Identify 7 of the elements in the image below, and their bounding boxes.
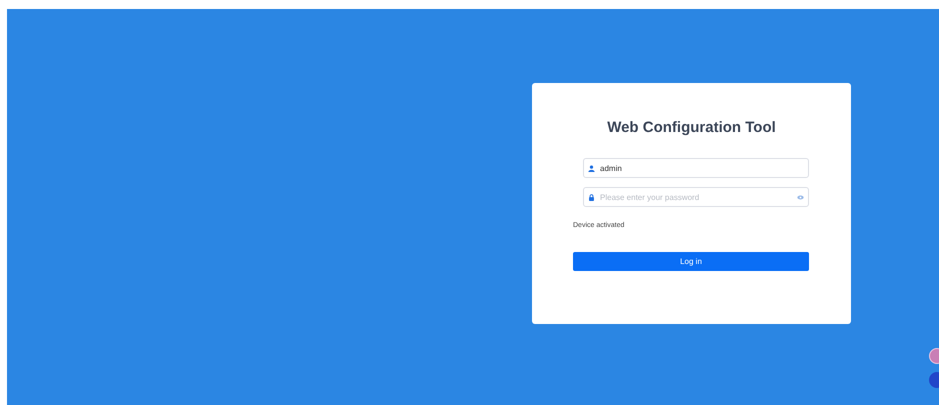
lock-icon xyxy=(588,194,595,200)
login-button[interactable]: Log in xyxy=(573,252,809,271)
password-field[interactable]: Please enter your password xyxy=(583,187,809,207)
user-icon xyxy=(588,164,595,172)
username-field[interactable]: admin xyxy=(583,158,809,178)
login-title: Web Configuration Tool xyxy=(606,119,777,136)
eye-icon[interactable] xyxy=(797,194,804,200)
